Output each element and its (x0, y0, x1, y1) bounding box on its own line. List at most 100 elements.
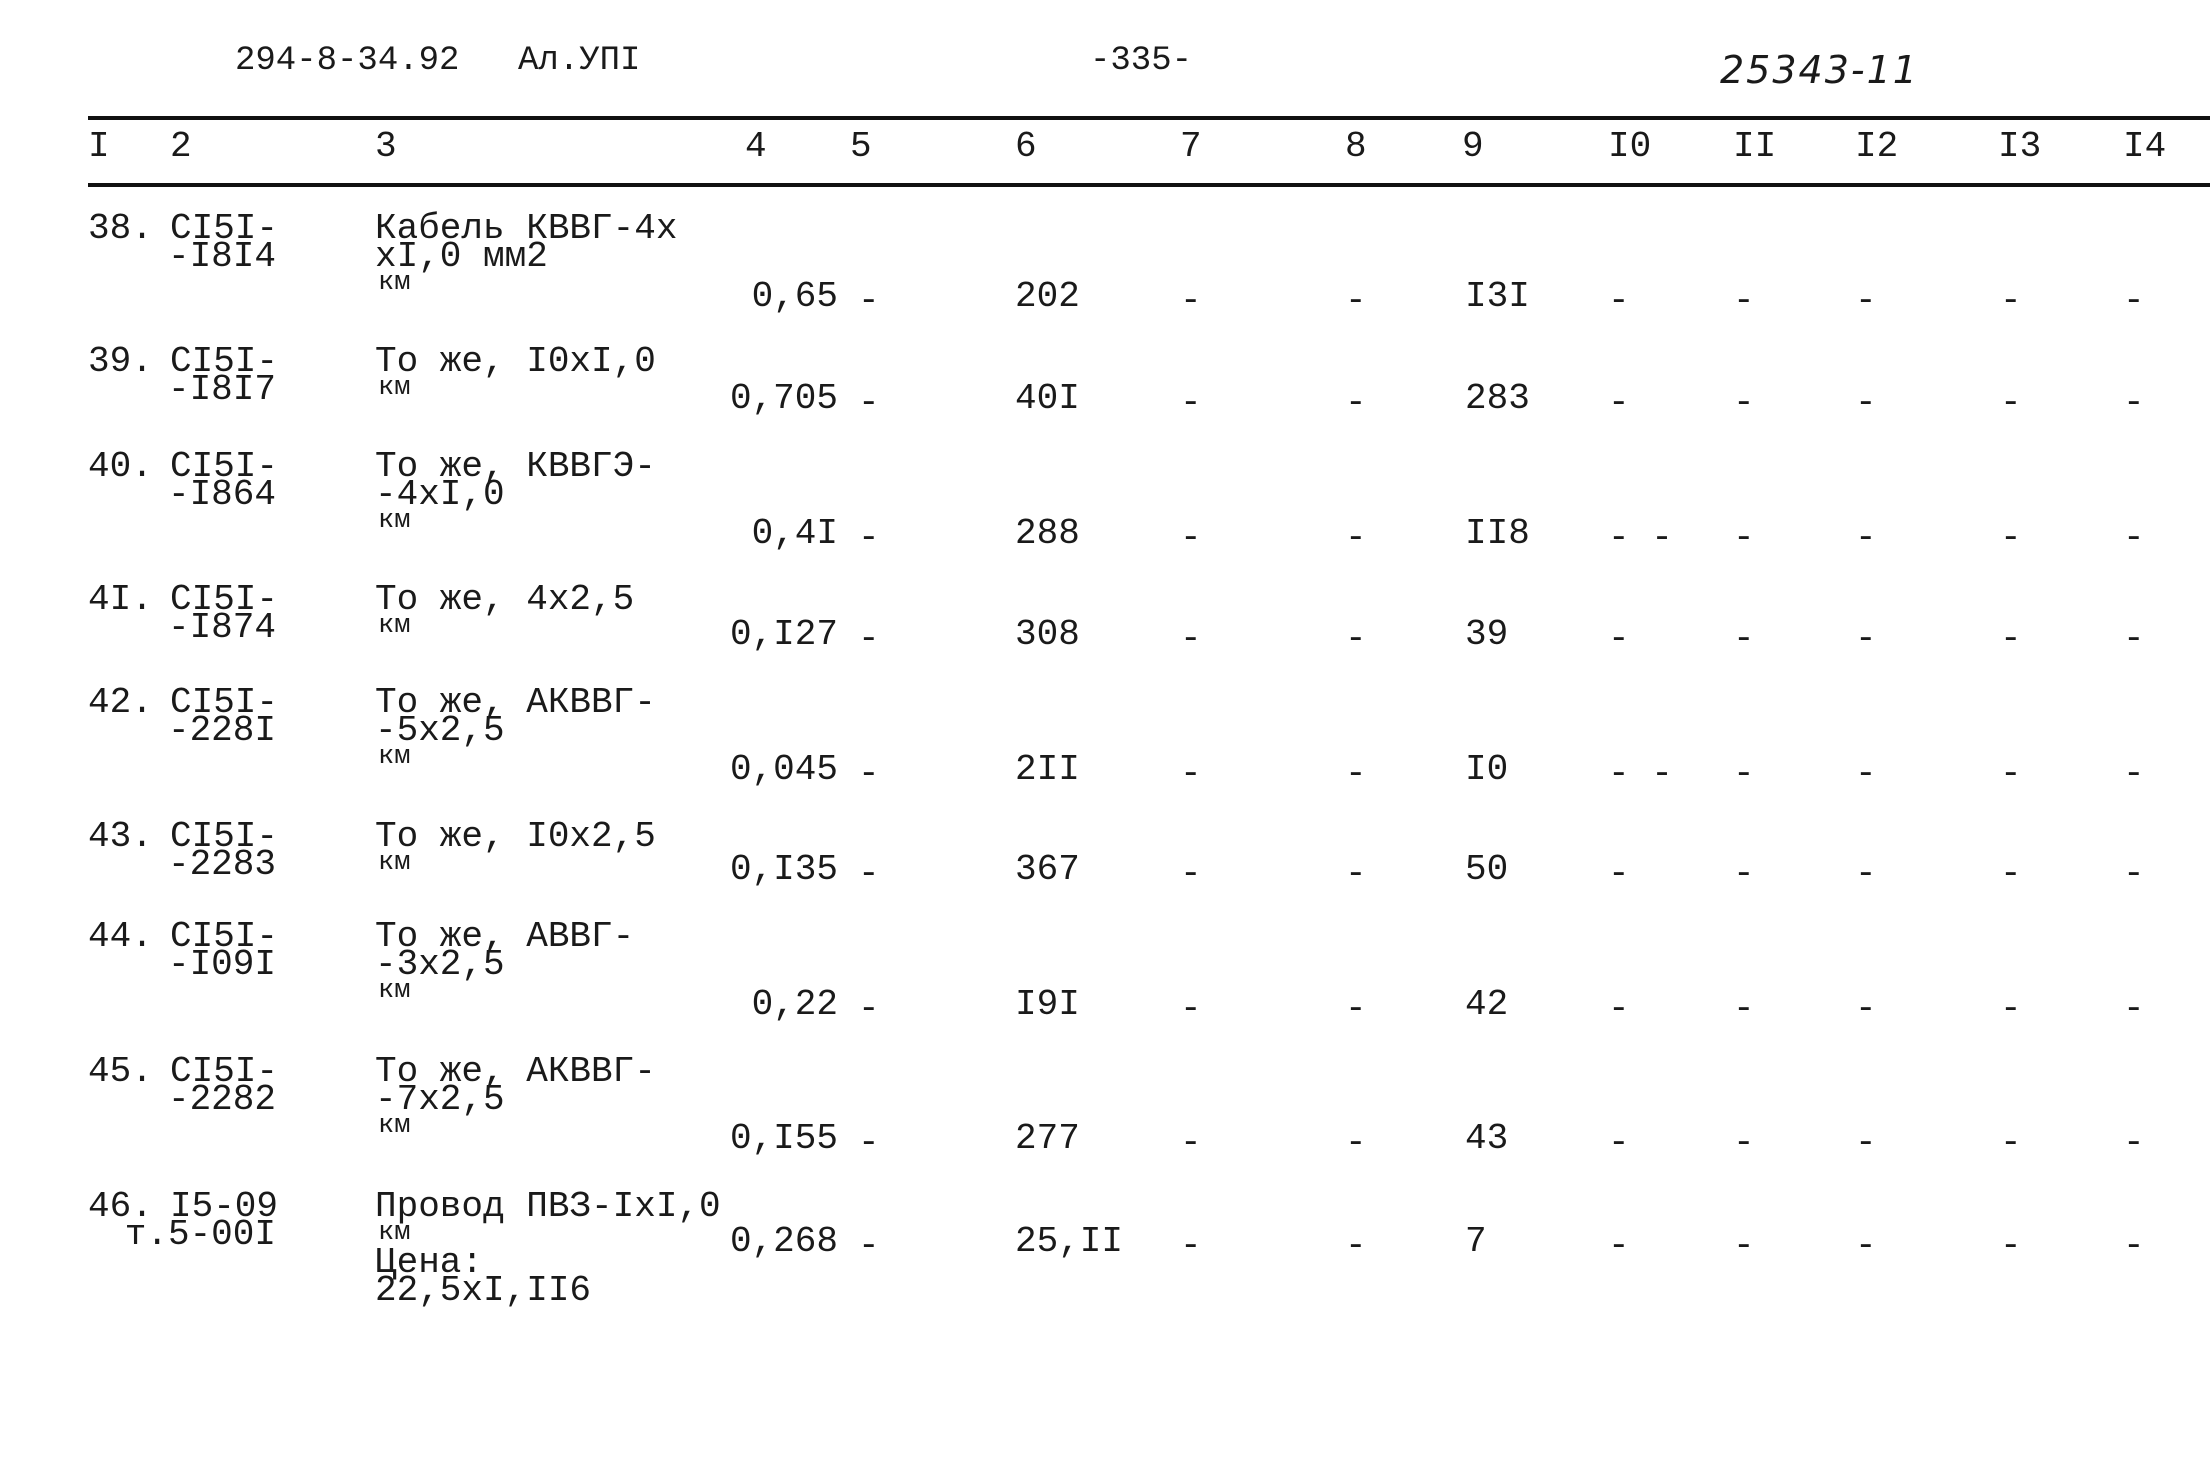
col10-value: - (1608, 618, 1630, 659)
col8-value: - (1345, 988, 1367, 1029)
col10-value: - (1608, 382, 1630, 423)
column-header-12: I2 (1855, 126, 1899, 167)
col14-value: - (2123, 517, 2145, 558)
col14-value: - (2123, 280, 2145, 321)
col11-value: - (1733, 618, 1755, 659)
col14-value: - (2123, 753, 2145, 794)
column-header-1: I (88, 126, 110, 167)
row-number: 39. (88, 341, 153, 382)
col11-value: - (1733, 988, 1755, 1029)
col10-value: - (1608, 280, 1630, 321)
col11-value: - (1733, 280, 1755, 321)
col5-value: - (858, 618, 880, 659)
col9-value: I0 (1465, 749, 1509, 790)
row-number: 43. (88, 816, 153, 857)
price-note-line: 22,5хI,II6 (375, 1270, 592, 1311)
price-code-line2: -I8I7 (167, 369, 276, 410)
col10-value: - (1608, 1225, 1630, 1266)
quantity-value: 0,22 (751, 984, 838, 1025)
page-number: -335- (1090, 42, 1193, 80)
sheet-number: 25343-11 (1720, 48, 1919, 92)
col13-value: - (2000, 1122, 2022, 1163)
col9-value: I3I (1465, 276, 1530, 317)
column-header-9: 9 (1462, 126, 1484, 167)
row-number: 4I. (88, 579, 153, 620)
col5-value: - (858, 853, 880, 894)
description-line: То же, 4х2,5 (375, 579, 635, 620)
col12-value: - (1855, 988, 1877, 1029)
col8-value: - (1345, 1225, 1367, 1266)
column-header-7: 7 (1180, 126, 1202, 167)
col14-value: - (2123, 382, 2145, 423)
col14-value: - (2123, 618, 2145, 659)
quantity-value: 0,268 (729, 1221, 838, 1262)
col8-value: - (1345, 853, 1367, 894)
col10-value: - - (1608, 517, 1673, 558)
col7-value: - (1180, 1122, 1202, 1163)
col11-value: - (1733, 1122, 1755, 1163)
col12-value: - (1855, 382, 1877, 423)
description-line: Провод ПВЗ-IхI,0 (375, 1186, 721, 1227)
col13-value: - (2000, 853, 2022, 894)
unit-label: км (378, 268, 411, 298)
unit-label: км (378, 742, 411, 772)
table-top-rule (88, 116, 2210, 120)
col13-value: - (2000, 517, 2022, 558)
col6-value: 202 (1015, 276, 1080, 317)
col7-value: - (1180, 382, 1202, 423)
col6-value: 277 (1015, 1118, 1080, 1159)
quantity-value: 0,045 (729, 749, 838, 790)
col9-value: 7 (1465, 1221, 1487, 1262)
col7-value: - (1180, 988, 1202, 1029)
col14-value: - (2123, 1225, 2145, 1266)
col5-value: - (858, 753, 880, 794)
col6-value: 40I (1015, 378, 1080, 419)
price-code-line2: -I864 (167, 474, 276, 515)
price-code-line2: -2282 (167, 1079, 276, 1120)
row-number: 44. (88, 916, 153, 957)
col10-value: - - (1608, 753, 1673, 794)
col8-value: - (1345, 618, 1367, 659)
row-number: 42. (88, 682, 153, 723)
unit-label: км (378, 611, 411, 641)
col14-value: - (2123, 1122, 2145, 1163)
col12-value: - (1855, 753, 1877, 794)
col5-value: - (858, 517, 880, 558)
col10-value: - (1608, 988, 1630, 1029)
column-header-2: 2 (170, 126, 192, 167)
col6-value: 308 (1015, 614, 1080, 655)
col12-value: - (1855, 1122, 1877, 1163)
col5-value: - (858, 280, 880, 321)
price-code-line2: -I8I4 (167, 236, 276, 277)
row-number: 38. (88, 208, 153, 249)
col11-value: - (1733, 753, 1755, 794)
column-header-8: 8 (1345, 126, 1367, 167)
col13-value: - (2000, 988, 2022, 1029)
col7-value: - (1180, 853, 1202, 894)
col8-value: - (1345, 517, 1367, 558)
col12-value: - (1855, 1225, 1877, 1266)
col13-value: - (2000, 1225, 2022, 1266)
col13-value: - (2000, 753, 2022, 794)
col6-value: I9I (1015, 984, 1080, 1025)
price-code-line2: -228I (167, 710, 276, 751)
description-line: То же, I0х2,5 (375, 816, 656, 857)
col8-value: - (1345, 382, 1367, 423)
unit-label: км (378, 1111, 411, 1141)
column-header-14: I4 (2123, 126, 2167, 167)
col12-value: - (1855, 618, 1877, 659)
quantity-value: 0,I35 (729, 849, 838, 890)
column-header-6: 6 (1015, 126, 1037, 167)
column-header-13: I3 (1998, 126, 2042, 167)
col11-value: - (1733, 853, 1755, 894)
col8-value: - (1345, 753, 1367, 794)
col7-value: - (1180, 618, 1202, 659)
col7-value: - (1180, 1225, 1202, 1266)
price-code-line2: -2283 (167, 844, 276, 885)
quantity-value: 0,705 (729, 378, 838, 419)
col9-value: 43 (1465, 1118, 1509, 1159)
col12-value: - (1855, 517, 1877, 558)
table-header-rule (88, 183, 2210, 187)
col6-value: 367 (1015, 849, 1080, 890)
album-label: Ал.УПI (518, 42, 641, 80)
